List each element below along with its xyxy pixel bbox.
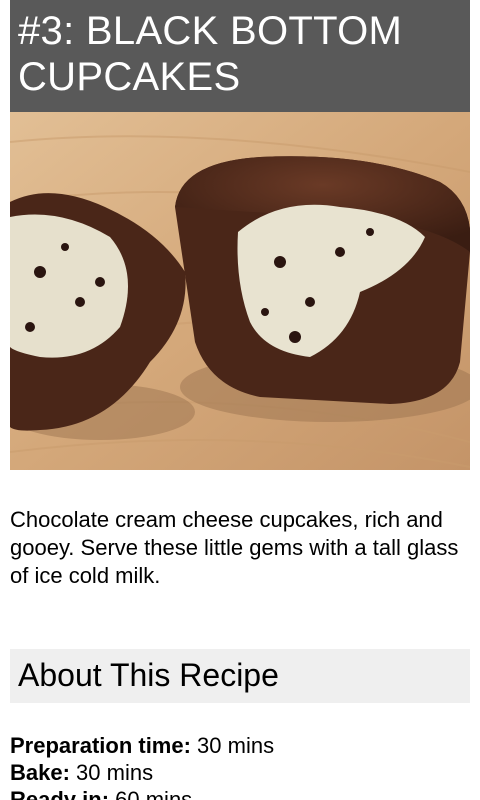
detail-value: 30 mins [69,760,154,785]
recipe-details: Preparation time: 30 mins Bake: 30 mins … [10,732,470,800]
recipe-description: Chocolate cream cheese cupcakes, rich an… [10,507,459,588]
detail-label: Ready in: [10,787,110,800]
detail-value: 60 mins [109,787,193,800]
detail-prep-time: Preparation time: 30 mins [10,732,470,759]
recipe-photo [10,112,470,470]
detail-label: Preparation time: [10,733,191,758]
title-bar: #3: BLACK BOTTOM CUPCAKES [10,0,470,112]
about-heading: About This Recipe [18,657,279,693]
detail-label: Bake: [10,760,70,785]
detail-ready-in: Ready in: 60 mins [10,786,470,800]
recipe-page: #3: BLACK BOTTOM CUPCAKES Chocolate crea… [0,0,480,800]
detail-value: 30 mins [190,733,275,758]
recipe-title: #3: BLACK BOTTOM CUPCAKES [18,9,403,99]
about-section-header: About This Recipe [10,649,470,703]
detail-bake: Bake: 30 mins [10,759,470,786]
